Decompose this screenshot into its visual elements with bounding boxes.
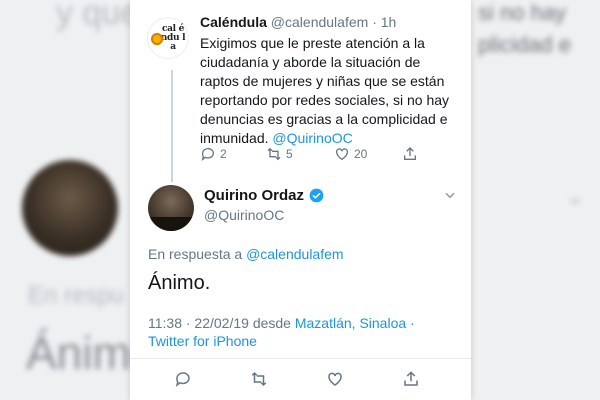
reply-tweet-actions xyxy=(174,370,434,390)
original-time: · 1h xyxy=(372,14,397,30)
reply-button[interactable]: 2 xyxy=(200,146,227,162)
reply-count: 2 xyxy=(220,147,227,161)
original-display-name[interactable]: Caléndula xyxy=(200,14,267,30)
retweet-button[interactable]: 5 xyxy=(266,146,293,162)
thread-connector-line xyxy=(171,70,173,182)
reply-tweet-retweet-button[interactable] xyxy=(250,370,268,388)
retweet-icon xyxy=(251,371,267,387)
original-tweet-text: Exigimos que le preste atención a la ciu… xyxy=(200,34,458,148)
reply-icon xyxy=(201,148,214,161)
chevron-down-icon xyxy=(445,192,455,199)
tweet-metadata: 11:38 · 22/02/19 desde Mazatlán, Sinaloa… xyxy=(148,314,453,350)
reply-handle[interactable]: @QuirinoOC xyxy=(204,207,284,223)
bg-text-right-2: plicidad e xyxy=(478,32,571,57)
tweet-thread-card: cal éndu la Caléndula @calendulafem · 1h… xyxy=(130,0,471,400)
reply-display-name[interactable]: Quirino Ordaz xyxy=(204,187,304,204)
reply-tweet-like-button[interactable] xyxy=(326,370,344,388)
share-icon xyxy=(404,147,416,160)
verified-badge-icon xyxy=(309,188,324,203)
retweet-count: 5 xyxy=(286,147,293,161)
like-count: 20 xyxy=(354,147,368,161)
reply-tweet-text: Ánimo. xyxy=(148,272,211,294)
reply-tweet-reply-button[interactable] xyxy=(174,370,192,388)
quirino-avatar[interactable] xyxy=(148,185,194,231)
heart-icon xyxy=(328,372,342,386)
tweet-location-link[interactable]: Mazatlán, Sinaloa xyxy=(295,315,406,331)
replying-to-handle[interactable]: @calendulafem xyxy=(246,246,344,262)
actions-divider xyxy=(130,358,471,359)
replying-to-prefix: En respuesta a xyxy=(148,246,243,262)
original-tweet-mention[interactable]: @QuirinoOC xyxy=(272,130,352,146)
bg-text-top: y que xyxy=(56,0,140,32)
sunflower-logo-icon xyxy=(151,33,163,45)
source-separator: · xyxy=(410,315,415,331)
tweet-options-button[interactable] xyxy=(443,188,457,207)
original-tweet-actions: 2 5 20 xyxy=(200,146,460,166)
original-tweet-header: Caléndula @calendulafem · 1h xyxy=(200,14,396,30)
tweet-timestamp: 11:38 · 22/02/19 desde xyxy=(148,315,291,331)
heart-icon xyxy=(336,148,348,161)
share-button[interactable] xyxy=(402,146,422,162)
bg-text-right-1: si no hay xyxy=(478,0,567,25)
reply-tweet-share-button[interactable] xyxy=(402,370,420,388)
bg-text-reply: En respu xyxy=(28,282,125,309)
reply-icon xyxy=(175,372,190,387)
bg-avatar xyxy=(22,160,118,256)
share-icon xyxy=(404,371,418,386)
like-button[interactable]: 20 xyxy=(334,146,367,162)
calendula-avatar[interactable]: cal éndu la xyxy=(148,18,188,58)
bg-chevron-icon: ⌄ xyxy=(566,184,585,209)
avatar-ground xyxy=(148,217,194,231)
tweet-source-link[interactable]: Twitter for iPhone xyxy=(148,333,257,349)
retweet-icon xyxy=(267,147,281,161)
replying-to: En respuesta a @calendulafem xyxy=(148,246,344,262)
original-handle[interactable]: @calendulafem xyxy=(271,14,369,30)
reply-author-name-row: Quirino Ordaz xyxy=(204,187,324,204)
